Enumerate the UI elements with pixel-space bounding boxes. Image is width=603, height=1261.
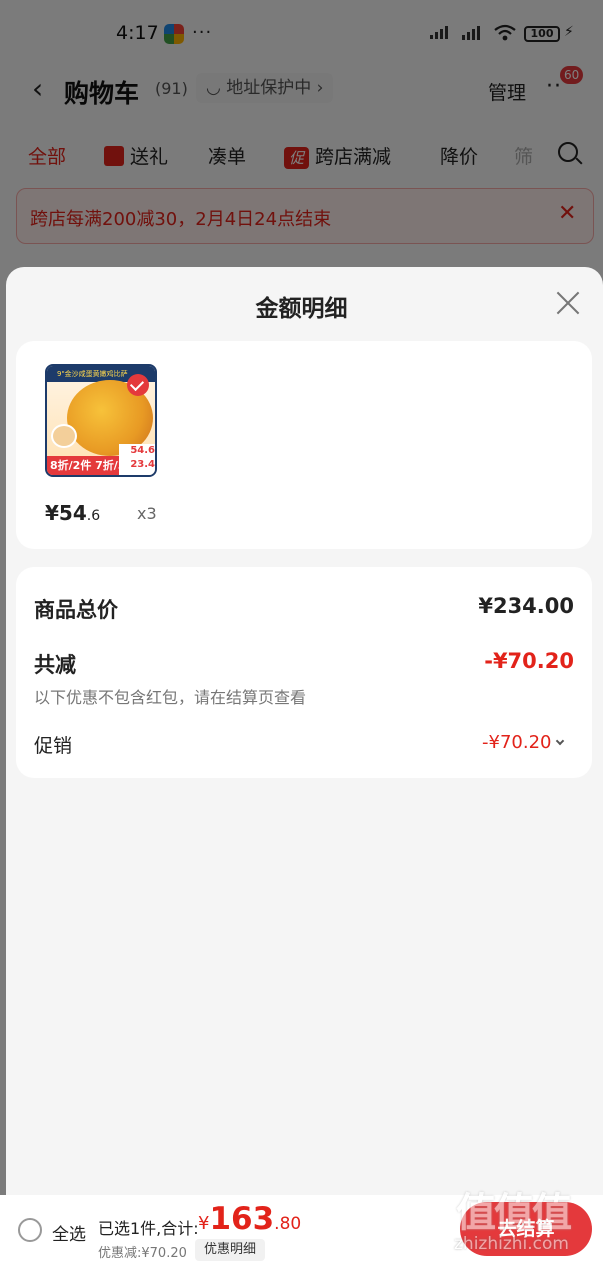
select-all-radio[interactable] <box>18 1218 42 1242</box>
chevron-down-icon <box>556 736 565 746</box>
sheet-title: 金额明细 <box>255 296 348 322</box>
watermark: 值值值 zhizhizhi.com <box>452 1180 602 1261</box>
promotion-label: 促销 <box>34 735 73 757</box>
product-thumbnail[interactable]: 9"金沙咸蛋黄嫩鸡比萨 8折/2件 7折/3件 54.623.4 <box>45 364 157 477</box>
savings-text: 优惠减:¥70.20 <box>98 1246 187 1261</box>
reduction-label: 共减 <box>34 653 76 677</box>
discount-detail-button[interactable]: 优惠明细 <box>195 1239 266 1261</box>
product-price-label: 54.6 23.4 <box>119 444 155 475</box>
side-dish-image <box>51 424 77 448</box>
item-price-decimal: .6 <box>86 508 101 524</box>
watermark-url: zhizhizhi.com <box>454 1234 569 1254</box>
reduction-value: -¥70.20 <box>484 649 574 673</box>
total-currency: ¥ <box>198 1213 210 1234</box>
product-discount-label: 8折/2件 7折/3件 <box>47 456 119 475</box>
promotion-amount: -¥70.20 <box>482 732 552 753</box>
item-price: ¥54.6 <box>45 501 100 525</box>
select-all-label[interactable]: 全选 <box>52 1220 86 1245</box>
item-quantity: x3 <box>137 504 157 523</box>
selected-check-icon <box>127 374 149 396</box>
total-amount: ¥163.80 <box>198 1201 301 1237</box>
watermark-logo: 值值值 <box>456 1190 572 1236</box>
total-decimal: .80 <box>274 1214 302 1234</box>
close-icon[interactable] <box>555 290 581 316</box>
selected-summary: 已选1件,合计: <box>98 1219 199 1238</box>
total-price-value: ¥234.00 <box>478 594 574 618</box>
reduction-note: 以下优惠不包含红包，请在结算页查看 <box>34 688 307 707</box>
total-price-label: 商品总价 <box>34 598 118 622</box>
item-price-main: ¥54 <box>45 501 87 525</box>
total-integer: 163 <box>209 1201 275 1237</box>
promotion-value[interactable]: -¥70.20 <box>482 732 565 753</box>
